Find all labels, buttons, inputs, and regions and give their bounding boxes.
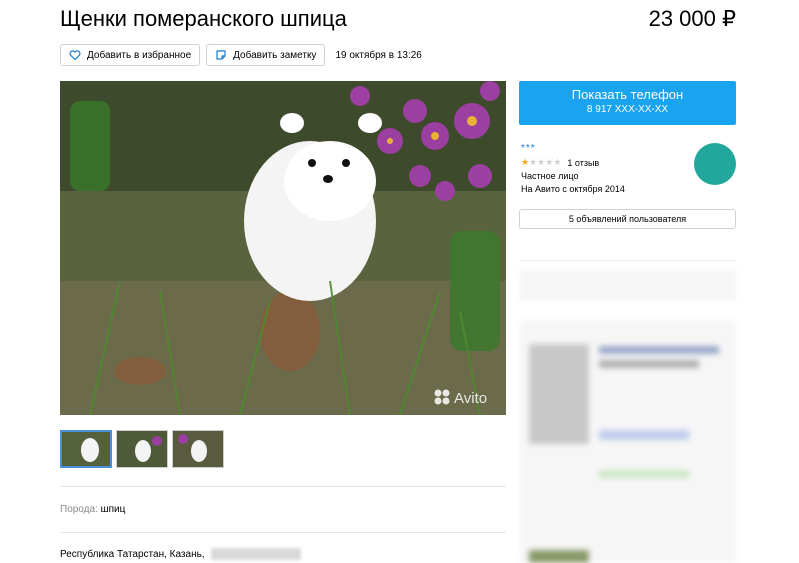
add-note-label: Добавить заметку	[233, 49, 317, 61]
user-ads-button[interactable]: 5 объявлений пользователя	[519, 209, 736, 229]
blurred-ad-header	[519, 270, 736, 300]
address-text: Республика Татарстан, Казань,	[60, 548, 205, 560]
svg-text:Avito: Avito	[454, 390, 487, 407]
seller-info: *** ★★★★★ 1 отзыв Частное лицо На Авито …	[521, 143, 625, 194]
thumbnail[interactable]	[172, 430, 224, 468]
star-icon: ★	[521, 157, 530, 167]
listing-title: Щенки померанского шпица	[60, 6, 347, 31]
note-icon	[216, 50, 226, 60]
breed-value: шпиц	[100, 504, 126, 515]
seller-name[interactable]: ***	[521, 143, 625, 154]
reviews-link[interactable]: 1 отзыв	[567, 158, 599, 168]
add-to-favorites-label: Добавить в избранное	[87, 49, 192, 61]
thumbnail[interactable]	[60, 430, 112, 468]
seller-since: На Авито с октября 2014	[521, 184, 625, 194]
phone-masked: 8 917 XXX-XX-XX	[586, 104, 669, 115]
add-to-favorites-button[interactable]: Добавить в избранное	[60, 44, 201, 66]
posted-date: 19 октября в 13:26	[335, 49, 422, 61]
avatar[interactable]	[694, 143, 736, 185]
address: Республика Татарстан, Казань,	[60, 548, 301, 560]
blurred-ad-block	[519, 320, 736, 563]
show-phone-label: Показать телефон	[571, 87, 684, 102]
listing-price: 23 000 ₽	[648, 6, 736, 31]
thumbnail[interactable]	[116, 430, 168, 468]
heart-icon	[69, 50, 81, 61]
listing-actions: Добавить в избранное Добавить заметку 19…	[60, 44, 422, 66]
seller-rating: ★★★★★ 1 отзыв	[521, 157, 625, 168]
thumbnail-strip	[60, 430, 224, 468]
breed-param: Порода: шпиц	[60, 504, 125, 515]
puppy-photo: Avito	[60, 81, 506, 415]
divider	[519, 260, 736, 261]
main-photo[interactable]: Avito	[60, 81, 506, 415]
divider	[60, 532, 506, 533]
address-redacted	[210, 548, 301, 560]
rating-stars: ★★★★★	[521, 157, 561, 168]
star-icon: ★	[529, 157, 538, 167]
show-phone-button[interactable]: Показать телефон 8 917 XXX-XX-XX	[519, 81, 736, 125]
star-icon: ★	[553, 157, 562, 167]
breed-label: Порода:	[60, 504, 98, 515]
divider	[60, 486, 506, 487]
seller-type: Частное лицо	[521, 171, 579, 181]
add-note-button[interactable]: Добавить заметку	[206, 44, 326, 66]
